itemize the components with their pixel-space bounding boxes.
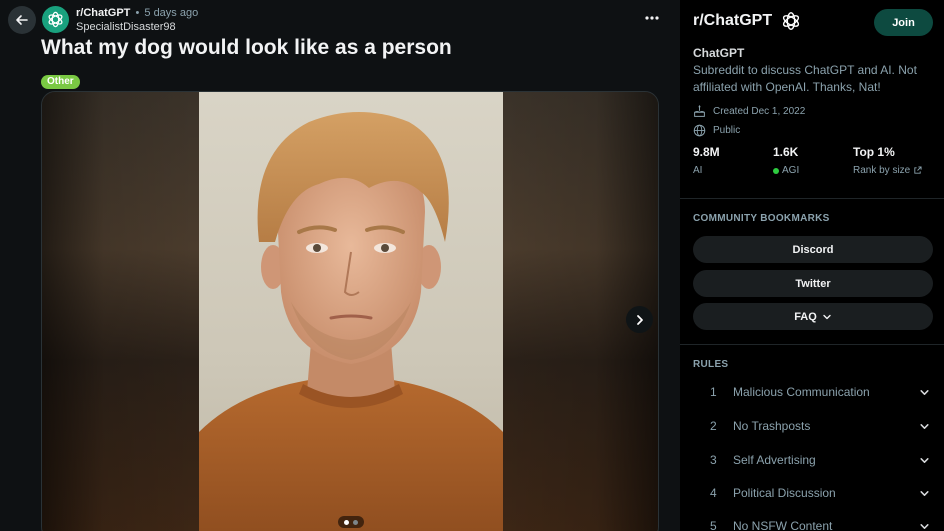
bookmark-discord-label: Discord bbox=[792, 243, 834, 256]
rule-text: No NSFW Content bbox=[733, 519, 833, 531]
image-gallery[interactable] bbox=[41, 91, 659, 531]
community-sidebar: r/ChatGPT Join ChatGPT Subreddit to disc… bbox=[680, 0, 944, 531]
stat-online: 1.6K AGI bbox=[773, 145, 853, 177]
rule-item[interactable]: 4 Political Discussion bbox=[693, 478, 933, 508]
post-title: What my dog would look like as a person bbox=[41, 36, 452, 59]
rule-text: Self Advertising bbox=[733, 453, 816, 467]
online-dot-icon bbox=[773, 167, 779, 174]
post-flair[interactable]: Other bbox=[41, 75, 80, 89]
sidebar-header: r/ChatGPT bbox=[693, 10, 802, 32]
stat-members-value: 9.8M bbox=[693, 145, 720, 159]
bookmark-twitter-label: Twitter bbox=[795, 277, 831, 290]
rule-number: 4 bbox=[710, 486, 717, 500]
cake-icon bbox=[694, 105, 705, 117]
rule-text: No Trashposts bbox=[733, 419, 811, 433]
gallery-dot-2[interactable] bbox=[353, 519, 358, 525]
chevron-down-icon bbox=[915, 455, 933, 466]
rule-text: Political Discussion bbox=[733, 486, 836, 500]
chevron-down-icon bbox=[823, 314, 831, 319]
created-row: Created Dec 1, 2022 bbox=[693, 105, 805, 118]
chevron-right-icon bbox=[636, 314, 643, 325]
visibility-row: Public bbox=[693, 124, 740, 137]
rule-number: 5 bbox=[710, 519, 717, 531]
stat-rank-value: Top 1% bbox=[853, 145, 895, 159]
bookmark-discord-button[interactable]: Discord bbox=[693, 236, 933, 263]
bookmark-faq-label: FAQ bbox=[794, 310, 817, 323]
community-title: ChatGPT bbox=[693, 46, 745, 60]
created-date: Created Dec 1, 2022 bbox=[713, 106, 806, 117]
bookmark-twitter-button[interactable]: Twitter bbox=[693, 270, 933, 297]
chevron-down-icon bbox=[915, 488, 933, 499]
post-meta: r/ChatGPT • 5 days ago SpecialistDisaste… bbox=[76, 6, 198, 34]
bookmark-faq-button[interactable]: FAQ bbox=[693, 303, 933, 330]
sidebar-divider bbox=[680, 198, 944, 199]
more-options-button[interactable] bbox=[640, 8, 664, 28]
stat-members: 9.8M AI bbox=[693, 145, 773, 177]
chevron-down-icon bbox=[915, 421, 933, 432]
sidebar-subreddit-name[interactable]: r/ChatGPT bbox=[693, 12, 772, 30]
rule-text: Malicious Communication bbox=[733, 385, 870, 399]
post-image[interactable] bbox=[199, 92, 503, 531]
subreddit-link[interactable]: r/ChatGPT bbox=[76, 7, 130, 19]
external-link-icon bbox=[914, 166, 922, 174]
bookmarks-header: COMMUNITY BOOKMARKS bbox=[693, 213, 830, 224]
stat-members-label: AI bbox=[693, 165, 703, 176]
rules-header: RULES bbox=[693, 359, 729, 370]
rule-item[interactable]: 1 Malicious Communication bbox=[693, 377, 933, 407]
chevron-down-icon bbox=[915, 521, 933, 531]
back-button[interactable] bbox=[8, 6, 36, 34]
community-description: Subreddit to discuss ChatGPT and AI. Not… bbox=[693, 63, 917, 94]
openai-logo-icon bbox=[48, 11, 63, 28]
post-column: r/ChatGPT • 5 days ago SpecialistDisaste… bbox=[0, 0, 680, 531]
stat-online-label: AGI bbox=[782, 165, 800, 176]
rule-item[interactable]: 2 No Trashposts bbox=[693, 411, 933, 441]
portrait-illustration bbox=[199, 112, 503, 531]
gallery-dot-1[interactable] bbox=[344, 519, 349, 525]
rule-number: 3 bbox=[710, 453, 717, 467]
post-time: 5 days ago bbox=[144, 7, 199, 19]
gallery-pagination bbox=[338, 516, 364, 528]
visibility-label: Public bbox=[713, 125, 741, 136]
globe-icon bbox=[693, 124, 706, 137]
rule-number: 1 bbox=[710, 385, 717, 399]
stat-online-value: 1.6K bbox=[773, 145, 799, 159]
subreddit-avatar[interactable] bbox=[42, 6, 69, 33]
rule-number: 2 bbox=[710, 419, 717, 433]
gallery-next-button[interactable] bbox=[626, 306, 653, 333]
stat-rank-label: Rank by size bbox=[853, 165, 911, 176]
arrow-left-icon bbox=[16, 15, 28, 25]
community-stats: 9.8M AI 1.6K AGI Top 1% Rank by size bbox=[693, 145, 933, 177]
chevron-down-icon bbox=[915, 387, 933, 398]
join-button[interactable]: Join bbox=[874, 9, 933, 36]
meta-separator: • bbox=[135, 7, 140, 19]
rule-item[interactable]: 3 Self Advertising bbox=[693, 445, 933, 475]
more-horizontal-icon bbox=[645, 16, 659, 20]
stat-rank[interactable]: Top 1% Rank by size bbox=[853, 145, 933, 177]
rule-item[interactable]: 5 No NSFW Content bbox=[693, 511, 933, 531]
openai-logo-icon bbox=[783, 12, 800, 30]
post-author[interactable]: SpecialistDisaster98 bbox=[76, 20, 198, 34]
sidebar-divider bbox=[680, 344, 944, 345]
